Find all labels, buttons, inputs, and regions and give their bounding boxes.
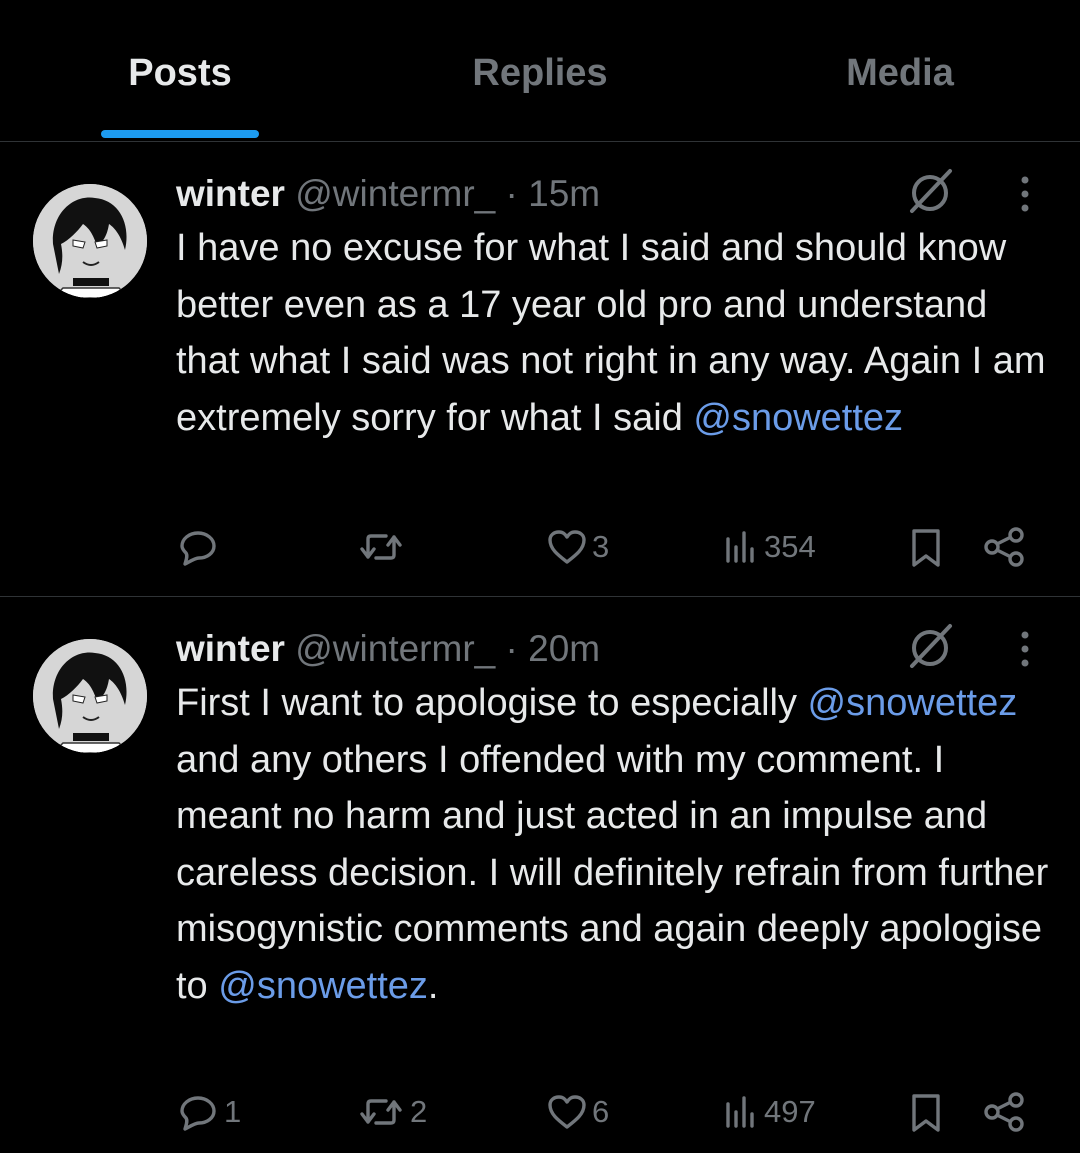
repost-button[interactable]: 2 — [356, 1087, 427, 1137]
views-button[interactable]: 354 — [720, 522, 816, 572]
more-options-icon[interactable] — [1010, 172, 1040, 216]
avatar[interactable] — [33, 639, 147, 753]
share-icon — [980, 525, 1028, 569]
repost-button[interactable] — [356, 522, 410, 572]
mention-link[interactable]: @snowettez — [693, 397, 903, 439]
timestamp[interactable]: 20m — [528, 628, 600, 669]
tweet-text: First I want to apologise to especially … — [176, 675, 1056, 1014]
tweet-header: winter @wintermr_ · 15m — [176, 168, 600, 220]
reply-button[interactable] — [176, 522, 224, 572]
grok-icon[interactable] — [906, 166, 956, 216]
bookmark-button[interactable] — [906, 522, 946, 572]
display-name[interactable]: winter — [176, 628, 285, 669]
share-button[interactable] — [980, 522, 1028, 572]
heart-icon — [546, 525, 588, 569]
like-count: 3 — [592, 529, 610, 564]
tweet[interactable]: winter @wintermr_ · 15m I have no excuse… — [0, 142, 1080, 597]
tweet-header: winter @wintermr_ · 20m — [176, 623, 600, 675]
tab-posts[interactable]: Posts — [0, 52, 360, 112]
active-tab-indicator — [101, 130, 259, 138]
repost-icon — [356, 1090, 406, 1134]
user-handle[interactable]: @wintermr_ — [295, 173, 495, 214]
tweet-actions: 1 2 6 497 — [0, 1087, 1080, 1137]
display-name[interactable]: winter — [176, 173, 285, 214]
bookmark-icon — [906, 525, 946, 569]
separator-dot: · — [505, 628, 518, 669]
reply-count: 1 — [224, 1094, 242, 1129]
like-count: 6 — [592, 1094, 610, 1129]
bookmark-icon — [906, 1090, 946, 1134]
views-button[interactable]: 497 — [720, 1087, 816, 1137]
views-icon — [720, 525, 760, 569]
tab-replies[interactable]: Replies — [360, 52, 720, 112]
bookmark-button[interactable] — [906, 1087, 946, 1137]
mention-link[interactable]: @snowettez — [808, 682, 1018, 724]
share-icon — [980, 1090, 1028, 1134]
more-options-icon[interactable] — [1010, 627, 1040, 671]
repost-count: 2 — [410, 1094, 428, 1129]
text-segment: . — [427, 964, 439, 1007]
reply-icon — [176, 1090, 220, 1134]
reply-button[interactable]: 1 — [176, 1087, 241, 1137]
avatar[interactable] — [33, 184, 147, 298]
share-button[interactable] — [980, 1087, 1028, 1137]
heart-icon — [546, 1090, 588, 1134]
tweet-text: I have no excuse for what I said and sho… — [176, 220, 1056, 446]
separator-dot: · — [505, 173, 518, 214]
views-icon — [720, 1090, 760, 1134]
text-segment: I have no excuse for what I said and sho… — [176, 227, 1046, 439]
views-count: 497 — [764, 1094, 816, 1129]
like-button[interactable]: 3 — [546, 522, 609, 572]
user-handle[interactable]: @wintermr_ — [295, 628, 495, 669]
reply-icon — [176, 525, 220, 569]
profile-tabs: Posts Replies Media — [0, 0, 1080, 142]
grok-icon[interactable] — [906, 621, 956, 671]
tweet-actions: 3 354 — [0, 522, 1080, 572]
repost-icon — [356, 525, 406, 569]
views-count: 354 — [764, 529, 816, 564]
tab-media[interactable]: Media — [720, 52, 1080, 112]
timestamp[interactable]: 15m — [528, 173, 600, 214]
tweet[interactable]: winter @wintermr_ · 20m First I want to … — [0, 597, 1080, 1153]
like-button[interactable]: 6 — [546, 1087, 609, 1137]
mention-link[interactable]: @snowettez — [218, 965, 428, 1007]
text-segment: First I want to apologise to especially — [176, 682, 808, 724]
